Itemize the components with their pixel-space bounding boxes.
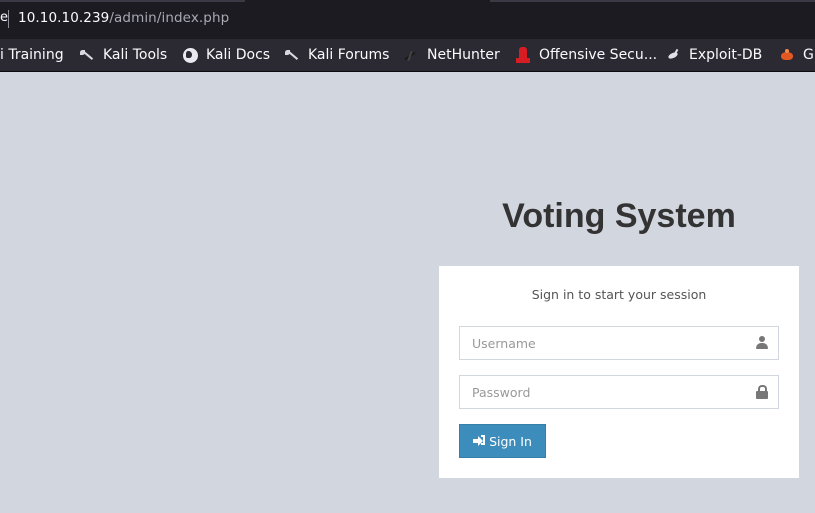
browser-url-bar: e 10.10.10.239/admin/index.php <box>0 0 815 39</box>
username-field-wrapper <box>459 326 779 360</box>
globe-icon <box>183 47 198 63</box>
bookmark-label: Exploit-DB <box>689 47 763 63</box>
kali-dragon-icon <box>79 47 95 63</box>
bookmark-offensive-security[interactable]: Offensive Secu... <box>515 39 657 71</box>
password-field-wrapper <box>459 375 779 409</box>
bookmark-label: Kali Tools <box>103 47 168 63</box>
bookmarks-toolbar: i Training Kali Tools Kali Docs Kali For… <box>0 39 815 72</box>
nethunter-icon <box>403 47 419 63</box>
tab-strip-edge <box>0 0 245 2</box>
bookmark-label: Kali Forums <box>308 47 390 63</box>
bookmark-label: Offensive Secu... <box>539 47 658 63</box>
exploit-db-icon <box>665 47 681 63</box>
url-host: 10.10.10.239 <box>18 10 110 26</box>
password-input[interactable] <box>460 376 740 408</box>
bookmark-ghdb[interactable]: G <box>779 39 814 71</box>
bookmark-kali-forums[interactable]: Kali Forums <box>284 39 389 71</box>
tab-strip-edge <box>490 0 815 2</box>
bookmark-offsec-training[interactable]: i Training <box>0 39 64 71</box>
bookmark-exploit-db[interactable]: Exploit-DB <box>665 39 762 71</box>
kali-dragon-icon <box>284 47 300 63</box>
url-bar-edge-text: e <box>0 10 8 25</box>
ghdb-icon <box>779 47 795 63</box>
user-icon <box>755 336 769 350</box>
bookmark-label: NetHunter <box>427 47 500 63</box>
sign-in-icon <box>473 435 486 447</box>
login-box-message: Sign in to start your session <box>531 287 707 302</box>
url-separator <box>8 10 9 28</box>
bookmark-label: G <box>803 47 814 63</box>
bookmark-nethunter[interactable]: NetHunter <box>403 39 500 71</box>
sign-in-button[interactable]: Sign In <box>459 424 546 458</box>
bookmark-kali-docs[interactable]: Kali Docs <box>183 39 270 71</box>
address-field[interactable]: 10.10.10.239/admin/index.php <box>18 10 229 26</box>
username-input[interactable] <box>460 327 740 359</box>
page-title: Voting System <box>502 197 736 235</box>
bookmark-label: Kali Docs <box>206 47 271 63</box>
lock-icon <box>755 385 769 399</box>
login-box: Sign in to start your session Sign In <box>439 266 799 478</box>
bookmark-label: i Training <box>0 47 64 63</box>
sign-in-label: Sign In <box>489 433 532 449</box>
bookmark-kali-tools[interactable]: Kali Tools <box>79 39 167 71</box>
offsec-icon <box>515 47 531 63</box>
url-path: /admin/index.php <box>109 10 230 26</box>
